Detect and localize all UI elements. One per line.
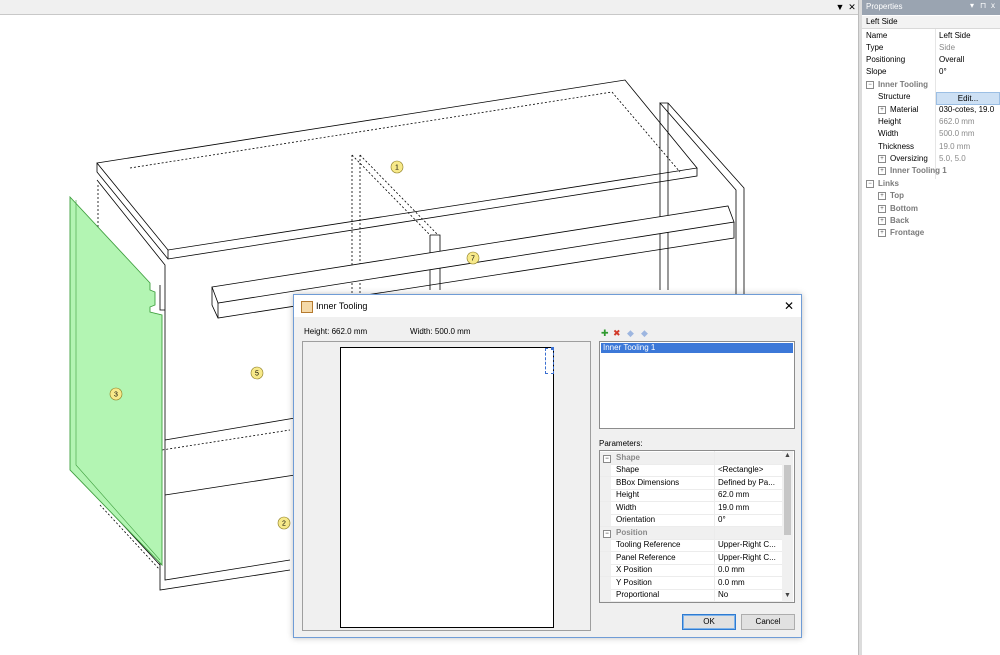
tooling-list[interactable]: Inner Tooling 1	[599, 341, 795, 429]
prop-section-links[interactable]: − Links	[862, 178, 1000, 190]
collapse-icon[interactable]: −	[603, 530, 611, 538]
param-row-height[interactable]: Height 62.0 mm	[600, 489, 782, 502]
prop-row-type[interactable]: Type Side	[862, 42, 1000, 54]
viewport-toolbar: ▼ ✕	[0, 0, 860, 15]
scroll-up-icon[interactable]: ▲	[784, 452, 791, 459]
collapse-icon[interactable]: −	[866, 180, 874, 188]
list-item[interactable]: Inner Tooling 1	[601, 343, 793, 353]
prop-row-width[interactable]: Width 500.0 mm	[862, 128, 1000, 140]
prop-row-slope[interactable]: Slope 0°	[862, 66, 1000, 78]
parameters-grid[interactable]: − Shape Shape <Rectangle> BBox Dimensions D…	[599, 450, 795, 603]
dialog-app-icon	[301, 301, 313, 313]
param-row-tooling-reference[interactable]: Tooling Reference Upper-Right C...	[600, 539, 782, 552]
prop-row-name[interactable]: Name Left Side	[862, 30, 1000, 42]
close-icon[interactable]: ✕	[782, 299, 796, 313]
properties-panel: Properties ▾ ⊓ x Left Side Name Left Side…	[862, 0, 1000, 655]
part-label-2: 2	[282, 521, 286, 528]
panel-outline	[340, 347, 554, 628]
prop-row-height[interactable]: Height 662.0 mm	[862, 116, 1000, 128]
param-row-shape[interactable]: Shape <Rectangle>	[600, 464, 782, 477]
prop-link-bottom[interactable]: + Bottom	[862, 203, 1000, 215]
expand-icon[interactable]: +	[878, 155, 886, 163]
prop-row-positioning[interactable]: Positioning Overall	[862, 54, 1000, 66]
dialog-titlebar[interactable]: Inner Tooling ✕	[294, 295, 801, 317]
tooling-handle[interactable]	[551, 347, 554, 350]
pin-icon[interactable]: ⊓	[980, 1, 986, 10]
scrollbar-thumb[interactable]	[784, 465, 791, 535]
right-side-panel	[659, 102, 745, 296]
prop-row-oversizing[interactable]: + Oversizing 5.0, 5.0	[862, 153, 1000, 165]
expand-icon[interactable]: +	[878, 167, 886, 175]
properties-header: Properties ▾ ⊓ x	[862, 0, 1000, 15]
expand-icon[interactable]: +	[878, 192, 886, 200]
param-row-proportional[interactable]: Proportional No	[600, 589, 782, 602]
part-label-5: 5	[255, 371, 259, 378]
scroll-down-icon[interactable]: ▼	[784, 592, 791, 599]
prop-link-top[interactable]: + Top	[862, 190, 1000, 202]
dialog-title: Inner Tooling	[316, 301, 368, 311]
dropdown-icon[interactable]: ▼	[834, 0, 846, 14]
move-up-icon[interactable]: ◆	[641, 328, 648, 339]
dropdown-icon[interactable]: ▾	[970, 1, 974, 10]
tooling-preview-canvas[interactable]	[302, 341, 591, 631]
selected-object-bar[interactable]: Left Side	[862, 16, 1000, 29]
inner-tooling-dialog: Inner Tooling ✕ Height: 662.0 mm Width: …	[293, 294, 802, 638]
expand-icon[interactable]: +	[878, 106, 886, 114]
expand-icon[interactable]: +	[878, 229, 886, 237]
part-label-3: 3	[114, 392, 118, 399]
panel-width-label: Width: 500.0 mm	[410, 327, 471, 336]
param-row-orientation[interactable]: Orientation 0°	[600, 514, 782, 527]
part-label-1: 1	[395, 165, 399, 172]
tooling-rectangle[interactable]	[545, 348, 554, 374]
selected-object-name: Left Side	[866, 17, 898, 26]
collapse-icon[interactable]: −	[603, 455, 611, 463]
close-viewport-icon[interactable]: ✕	[846, 0, 858, 14]
close-icon[interactable]: x	[991, 1, 995, 10]
prop-link-back[interactable]: + Back	[862, 215, 1000, 227]
delete-icon[interactable]: ✖	[613, 328, 621, 339]
parameters-label: Parameters:	[599, 439, 643, 448]
cancel-button[interactable]: Cancel	[741, 614, 795, 630]
collapse-icon[interactable]: −	[866, 81, 874, 89]
prop-link-frontage[interactable]: + Frontage	[862, 227, 1000, 239]
expand-icon[interactable]: +	[878, 205, 886, 213]
expand-icon[interactable]: +	[878, 217, 886, 225]
prop-row-material[interactable]: + Material 030-cotes, 19.0	[862, 104, 1000, 116]
dialog-body: Height: 662.0 mm Width: 500.0 mm ✚ ✖ ◆ ◆…	[294, 317, 801, 637]
grid-divider	[714, 451, 715, 602]
properties-title: Properties	[866, 2, 903, 11]
prop-section-inner-tooling[interactable]: − Inner Tooling	[862, 79, 1000, 91]
part-label-7: 7	[471, 256, 475, 263]
add-icon[interactable]: ✚	[601, 328, 609, 339]
move-down-icon[interactable]: ◆	[627, 328, 634, 339]
prop-row-inner-tooling-1[interactable]: + Inner Tooling 1	[862, 165, 1000, 177]
ok-button[interactable]: OK	[682, 614, 736, 630]
prop-row-thickness[interactable]: Thickness 19.0 mm	[862, 141, 1000, 153]
panel-height-label: Height: 662.0 mm	[304, 327, 368, 336]
param-row-x-position[interactable]: X Position 0.0 mm	[600, 564, 782, 577]
